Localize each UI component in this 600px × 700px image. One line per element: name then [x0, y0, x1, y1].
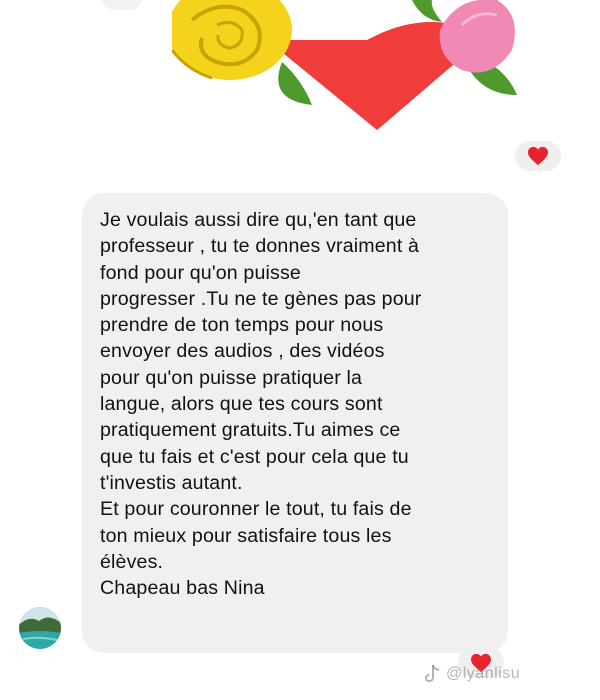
watermark-text: @lyanlisu: [446, 665, 521, 682]
message-line: Chapeau bas Nina: [100, 577, 265, 600]
tiktok-logo-icon: [424, 664, 440, 683]
reaction-pill-partial[interactable]: [102, 0, 142, 10]
message-line: Et pour couronner le tout, tu fais de: [100, 498, 412, 521]
message-line: progresser .Tu ne te gènes pas pour: [100, 287, 422, 310]
message-line: que tu fais et c'est pour cela que tu: [100, 445, 409, 468]
reaction-pill[interactable]: [515, 141, 561, 171]
message-line: élèves.: [100, 550, 164, 573]
message-line: prendre de ton temps pour nous: [100, 314, 384, 337]
avatar[interactable]: [19, 607, 61, 649]
message-line: envoyer des audios , des vidéos: [100, 340, 385, 363]
message-line: professeur , tu te donnes vraiment à: [100, 235, 420, 258]
message-line: ton mieux pour satisfaire tous les: [100, 524, 392, 547]
chat-screen: Je voulais aussi dire qu,'en tant que pr…: [0, 0, 600, 700]
message-line: pour qu'on puisse pratiquer la: [100, 366, 363, 389]
message-line: fond pour qu'on puisse: [100, 261, 301, 284]
message-line: t'investis autant.: [100, 471, 243, 494]
message-line: pratiquement gratuits.Tu aimes ce: [100, 419, 401, 442]
message-line: langue, alors que tes cours sont: [100, 393, 383, 416]
message-bubble[interactable]: Je voulais aussi dire qu,'en tant que pr…: [82, 193, 508, 653]
heart-icon: [528, 146, 548, 166]
heart-with-roses-sticker[interactable]: [172, 0, 524, 132]
avatar-image: [19, 607, 61, 649]
watermark: @lyanlisu: [424, 664, 520, 684]
message-line: Je voulais aussi dire qu,'en tant que: [100, 209, 417, 231]
